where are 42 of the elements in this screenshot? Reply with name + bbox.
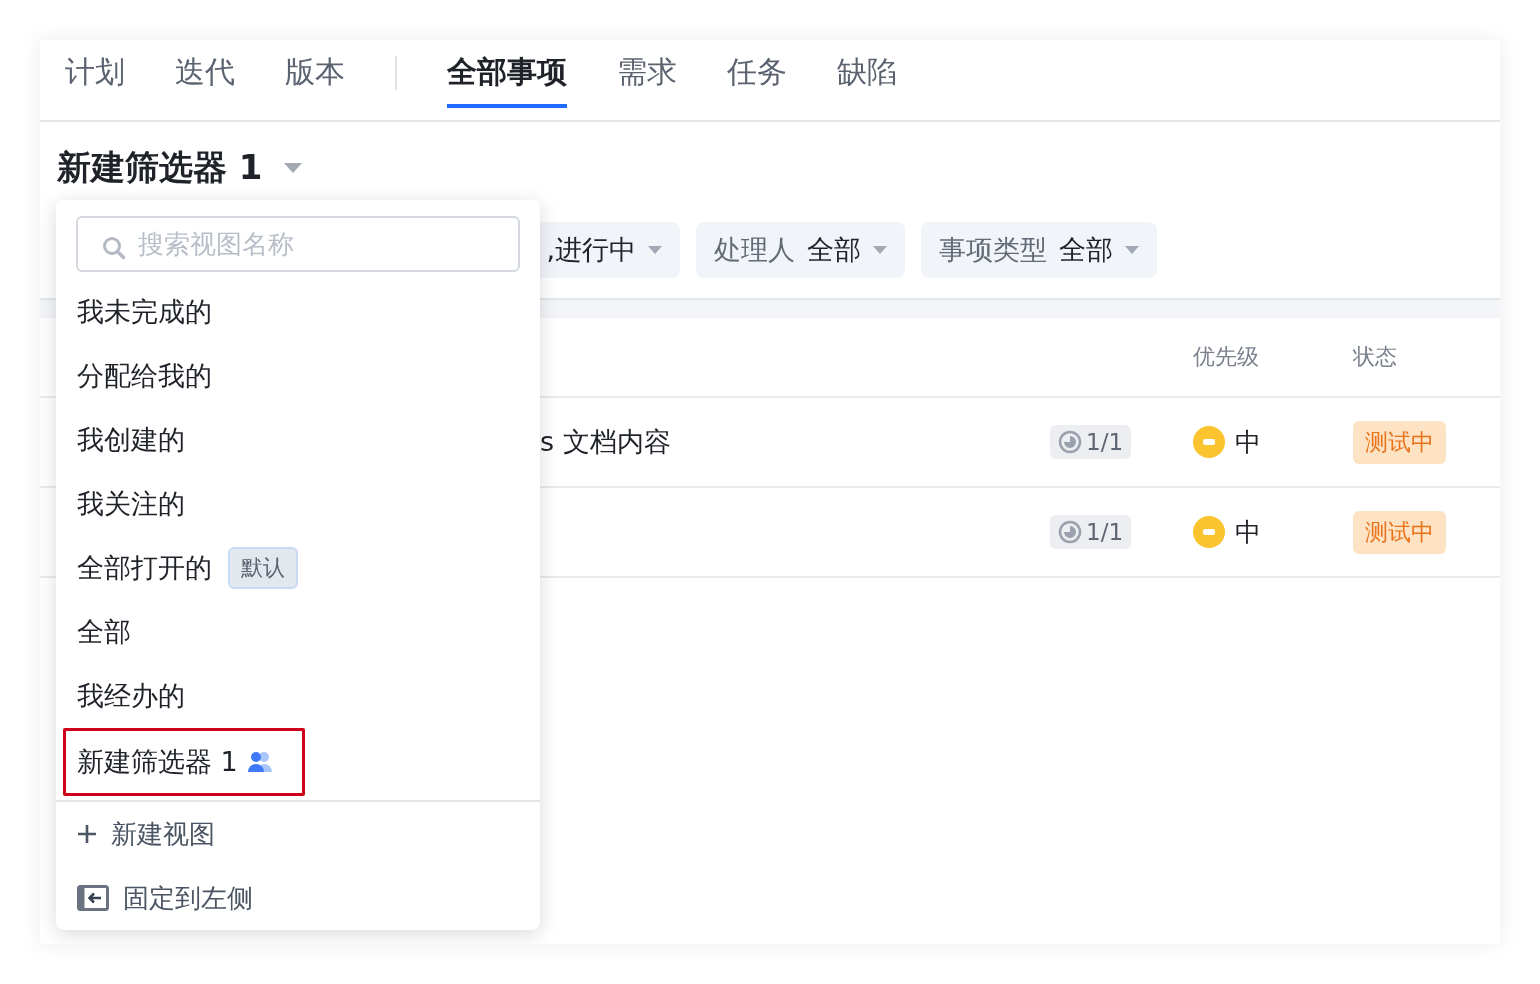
view-title[interactable]: 新建筛选器 1 xyxy=(57,145,263,191)
menu-action[interactable]: 固定到左侧 xyxy=(56,866,540,930)
caret-icon[interactable] xyxy=(282,162,303,174)
view-item[interactable]: 全部打开的 默认 xyxy=(56,536,540,600)
caret-icon xyxy=(648,246,662,254)
view-item[interactable]: 我创建的 xyxy=(56,408,540,472)
tab[interactable]: 全部事项 xyxy=(447,40,567,108)
column-header: 优先级 xyxy=(1193,343,1260,371)
tab[interactable]: 迭代 xyxy=(175,40,235,108)
view-item[interactable]: 我关注的 xyxy=(56,472,540,536)
clock-icon xyxy=(1058,430,1082,454)
view-item[interactable]: 我经办的 xyxy=(56,664,540,728)
clock-icon xyxy=(1058,520,1082,544)
default-badge: 默认 xyxy=(228,547,298,589)
tab[interactable]: 需求 xyxy=(617,40,677,108)
status-tag: 测试中 xyxy=(1353,420,1446,464)
column-header: 状态 xyxy=(1353,343,1398,371)
view-item[interactable]: 我未完成的 xyxy=(56,280,540,344)
pin-left-icon xyxy=(77,885,109,911)
search-icon xyxy=(102,236,126,260)
progress-badge: 1/1 xyxy=(1050,425,1131,459)
view-item[interactable]: 新建筛选器 1 xyxy=(63,728,305,796)
item-title[interactable]: s 文档内容 xyxy=(540,426,671,457)
tab[interactable]: 版本 xyxy=(285,40,345,108)
priority-text: 中 xyxy=(1235,515,1261,549)
caret-icon xyxy=(1125,246,1139,254)
tab[interactable]: 计划 xyxy=(65,40,125,108)
status-tag: 测试中 xyxy=(1353,510,1446,554)
filter-chip[interactable]: 处理人 全部 xyxy=(696,222,905,278)
search-field[interactable]: 搜索视图名称 xyxy=(76,216,520,272)
progress-badge: 1/1 xyxy=(1050,515,1131,549)
view-item[interactable]: 分配给我的 xyxy=(56,344,540,408)
view-item[interactable]: 全部 xyxy=(56,600,540,664)
tab[interactable]: 任务 xyxy=(727,40,787,108)
plus-icon xyxy=(77,824,97,844)
menu-action[interactable]: 新建视图 xyxy=(56,802,540,866)
tab[interactable]: 缺陷 xyxy=(837,40,897,108)
priority-text: 中 xyxy=(1235,425,1261,459)
caret-icon xyxy=(873,246,887,254)
priority-icon xyxy=(1193,516,1225,548)
priority-icon xyxy=(1193,426,1225,458)
filter-chip[interactable]: 事项类型 全部 xyxy=(921,222,1157,278)
